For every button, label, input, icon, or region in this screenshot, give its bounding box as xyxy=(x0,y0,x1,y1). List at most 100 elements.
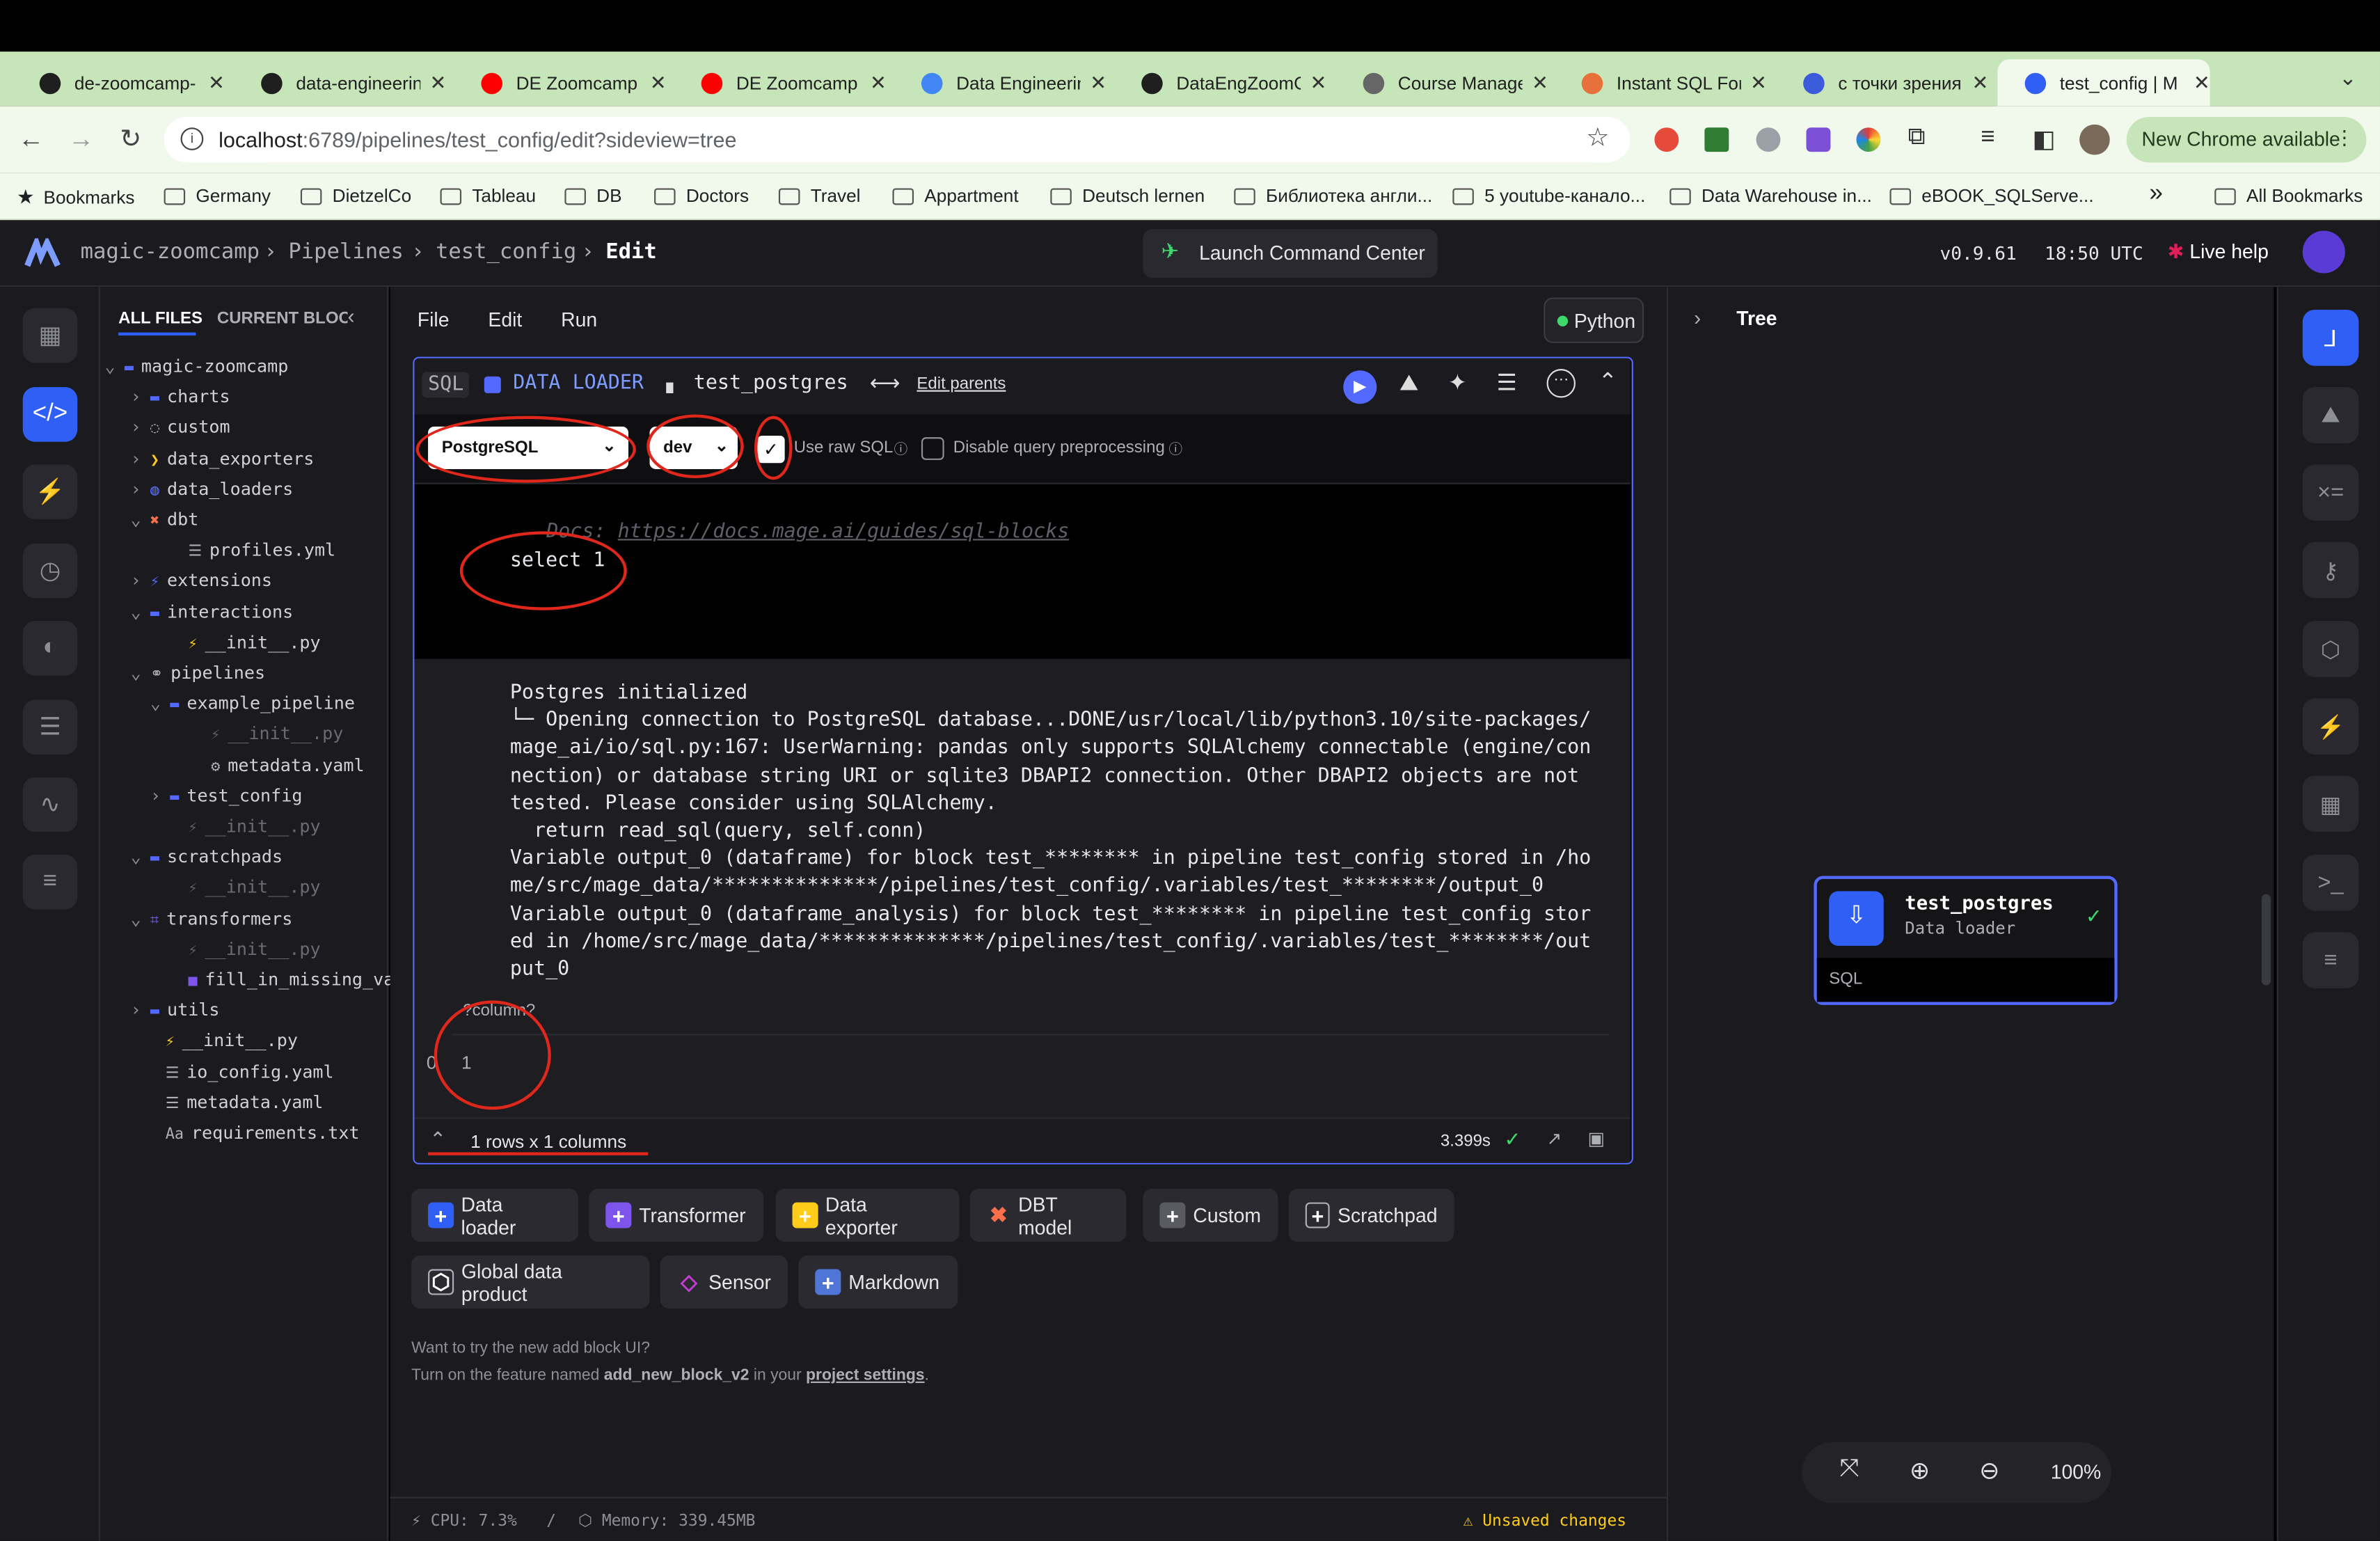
site-info-icon[interactable]: i xyxy=(180,127,204,150)
scrollbar[interactable] xyxy=(2261,894,2271,986)
schedule-icon[interactable]: ◷ xyxy=(22,543,78,599)
kernel-status-button[interactable]: Python xyxy=(1544,297,1644,343)
fit-view-icon[interactable]: ⤧ xyxy=(1840,1456,1859,1483)
settings-icon[interactable]: ≡ xyxy=(2302,932,2359,988)
close-tab-icon[interactable]: ✕ xyxy=(650,70,667,95)
collapse-icon[interactable]: ‹ xyxy=(347,303,354,328)
file-tree-item[interactable]: ☰ profiles.yml xyxy=(168,539,335,561)
chevron-icon[interactable]: › xyxy=(131,416,150,438)
media-control-icon[interactable]: ≡ xyxy=(1981,125,1994,152)
logs-icon[interactable]: ☰ xyxy=(22,700,78,755)
chevron-icon[interactable]: ⌄ xyxy=(131,601,150,622)
chevron-icon[interactable]: › xyxy=(131,386,150,407)
file-tree-item[interactable]: ⌄ ⌗ transformers xyxy=(131,907,293,928)
terminal-icon[interactable]: >_ xyxy=(2302,854,2359,911)
menu-run[interactable]: Run xyxy=(561,308,597,331)
chevron-icon[interactable]: ⌄ xyxy=(131,662,150,683)
file-tree-item[interactable]: ⚡ __init__.py xyxy=(168,631,320,653)
info-icon[interactable]: ⓘ xyxy=(1168,438,1182,458)
extension-icon[interactable] xyxy=(1806,127,1831,152)
file-tree-item[interactable]: ⌄ ▬ interactions xyxy=(131,601,294,622)
bookmark-item[interactable]: Deutsch lernen xyxy=(1050,185,1205,207)
file-tree-item[interactable]: ⚡ __init__.py xyxy=(191,723,343,745)
bookmark-item[interactable]: Tableau xyxy=(440,185,536,207)
live-help-link[interactable]: ✱ Live help xyxy=(2168,240,2269,264)
variables-icon[interactable]: ×= xyxy=(2302,464,2359,521)
bookmark-item[interactable]: DietzelCo xyxy=(300,185,411,207)
blocks-icon[interactable]: ⬡ xyxy=(2302,621,2359,677)
chevron-icon[interactable]: › xyxy=(131,570,150,592)
project-settings-link[interactable]: project settings xyxy=(806,1366,925,1384)
file-tree-item[interactable]: ⌄ ⚭ pipelines xyxy=(131,662,265,683)
browser-tab[interactable]: DE Zoomcamp ✕ xyxy=(454,59,667,106)
more-options-icon[interactable]: ⋯ xyxy=(1546,369,1576,398)
docs-link[interactable]: https://docs.mage.ai/guides/sql-blocks xyxy=(618,521,1070,544)
chevron-icon[interactable]: ⌄ xyxy=(131,509,150,530)
close-tab-icon[interactable]: ✕ xyxy=(870,70,887,95)
file-tree-item[interactable]: › ▬ test_config xyxy=(150,784,303,806)
breadcrumb-pipeline[interactable]: test_config xyxy=(436,240,576,264)
bookmark-item[interactable]: DB xyxy=(564,185,622,207)
info-icon[interactable]: ⓘ xyxy=(894,438,908,458)
browser-tab[interactable]: test_config | M ✕ xyxy=(1997,59,2210,106)
close-tab-icon[interactable]: ✕ xyxy=(2193,70,2210,95)
close-tab-icon[interactable]: ✕ xyxy=(429,70,446,95)
file-tree-item[interactable]: › ◍ data_loaders xyxy=(131,478,294,500)
profile-avatar[interactable] xyxy=(2079,124,2110,155)
side-panel-icon[interactable]: ◧ xyxy=(2033,125,2056,155)
block-settings-icon[interactable]: ☰ xyxy=(1497,369,1517,396)
chevron-icon[interactable]: › xyxy=(131,478,150,500)
reload-icon[interactable]: ↻ xyxy=(120,125,141,155)
bookmark-item[interactable]: Germany xyxy=(164,185,271,207)
file-tree-item[interactable]: ☰ metadata.yaml xyxy=(145,1091,324,1113)
browser-tab[interactable]: Data Engineerin ✕ xyxy=(894,59,1106,106)
bookmark-item[interactable]: Appartment xyxy=(892,185,1019,207)
bookmark-item[interactable]: eBOOK_SQLServe... xyxy=(1889,185,2094,207)
settings-icon[interactable]: ≡ xyxy=(22,854,78,910)
add-block-button[interactable]: + Scratchpad xyxy=(1288,1188,1454,1242)
browser-tab[interactable]: data-engineerin ✕ xyxy=(234,59,446,106)
bookmark-star-icon[interactable]: ☆ xyxy=(1586,123,1609,154)
close-tab-icon[interactable]: ✕ xyxy=(1090,70,1106,95)
table-icon[interactable]: ▦ xyxy=(2302,775,2359,832)
file-tree-item[interactable]: ⌄ ▬ example_pipeline xyxy=(150,693,355,714)
browser-tab[interactable]: de-zoomcamp- ✕ xyxy=(12,59,225,106)
extension-icon[interactable] xyxy=(1654,127,1679,152)
more-bookmarks-button[interactable]: » xyxy=(2149,181,2162,208)
chevron-icon[interactable]: › xyxy=(131,999,150,1021)
file-tree-item[interactable]: › ▬ utils xyxy=(131,999,220,1021)
file-tree-item[interactable]: ⚡ __init__.py xyxy=(145,1030,298,1052)
monitor-icon[interactable]: ∿ xyxy=(22,777,78,832)
add-block-button[interactable]: + Data loader xyxy=(411,1188,579,1242)
breadcrumb-pipelines[interactable]: Pipelines xyxy=(288,240,403,264)
add-block-button[interactable]: ◇ Sensor xyxy=(660,1255,788,1309)
file-tree-item[interactable]: › ❯ data_exporters xyxy=(131,448,315,469)
save-output-icon[interactable]: ▣ xyxy=(1587,1128,1605,1150)
close-tab-icon[interactable]: ✕ xyxy=(1532,70,1548,95)
back-icon[interactable]: ← xyxy=(18,125,44,155)
launch-command-center-button[interactable]: ✈ Launch Command Center xyxy=(1143,229,1438,278)
collapse-block-icon[interactable]: ⌃ xyxy=(1598,368,1617,395)
file-tree-item[interactable]: › ◌ custom xyxy=(131,416,230,438)
extension-icon[interactable] xyxy=(1704,127,1729,152)
zoom-out-icon[interactable]: ⊖ xyxy=(1979,1456,1999,1487)
file-tree-item[interactable]: › ⚡ extensions xyxy=(131,570,272,592)
extension-icon[interactable] xyxy=(1756,127,1781,152)
disable-preprocessing-checkbox[interactable] xyxy=(921,437,944,460)
chevron-icon[interactable]: ⌄ xyxy=(150,693,170,714)
ai-sparkle-icon[interactable]: ✦ xyxy=(1448,369,1467,396)
new-chrome-available-button[interactable]: New Chrome available ⋮ xyxy=(2126,116,2367,163)
address-bar[interactable]: i localhost:6789/pipelines/test_config/e… xyxy=(164,116,1631,163)
chevron-icon[interactable]: ⌄ xyxy=(104,355,124,377)
tab-current-block[interactable]: CURRENT BLOCK xyxy=(217,310,348,328)
add-block-button[interactable]: ✖ DBT model xyxy=(969,1188,1127,1242)
chevron-icon[interactable]: ⌄ xyxy=(131,907,150,928)
forward-icon[interactable]: → xyxy=(68,125,94,155)
file-tree-item[interactable]: ⚡ __init__.py xyxy=(168,815,320,837)
file-tree-item[interactable]: ■ fill_in_missing_val xyxy=(168,969,404,990)
bookmark-item[interactable]: Doctors xyxy=(654,185,749,207)
file-tree-item[interactable]: ⚡ __init__.py xyxy=(168,876,320,898)
browser-tab[interactable]: DataEngZoomC ✕ xyxy=(1114,59,1326,106)
bookmark-item[interactable]: Data Warehouse in... xyxy=(1669,185,1872,207)
dashboard-icon[interactable]: ▦ xyxy=(22,308,78,363)
